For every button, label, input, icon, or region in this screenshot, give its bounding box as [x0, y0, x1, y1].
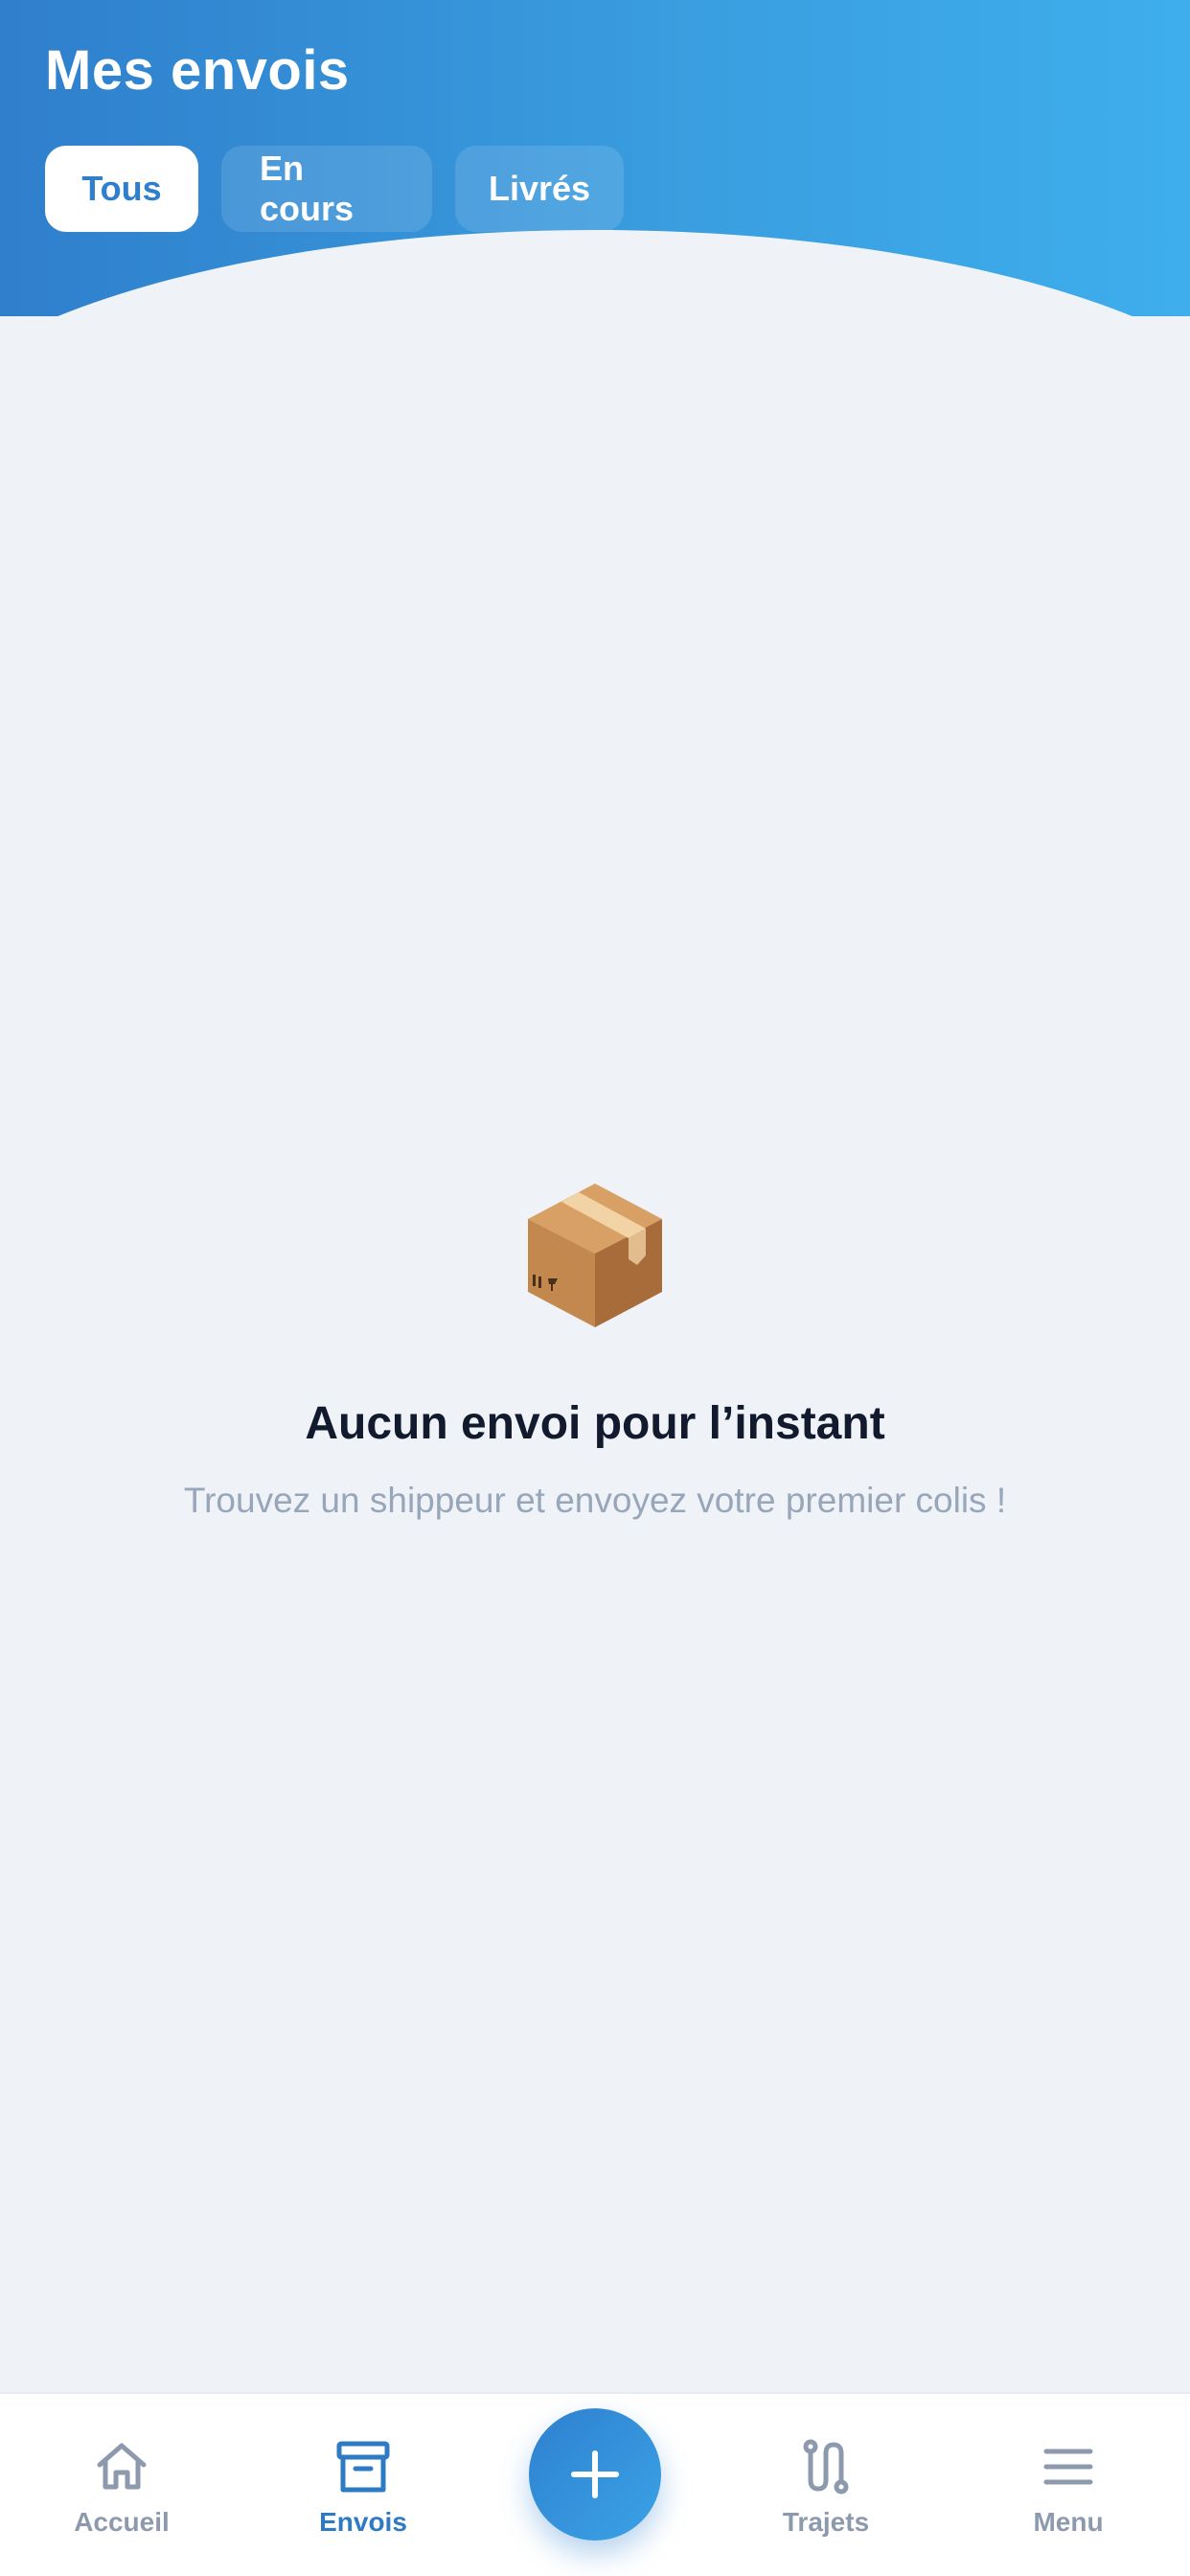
- route-icon: [803, 2439, 849, 2495]
- archive-box-icon: [336, 2441, 390, 2493]
- nav-item-accueil[interactable]: Accueil: [26, 2438, 217, 2538]
- home-icon: [97, 2443, 147, 2490]
- page-title: Mes envois: [45, 39, 350, 102]
- package-box-icon: [528, 1184, 662, 1327]
- tab-in-progress[interactable]: En cours: [221, 146, 432, 232]
- nav-label-menu: Menu: [1033, 2507, 1104, 2537]
- add-shipment-button[interactable]: [529, 2408, 661, 2541]
- plus-icon: [571, 2450, 619, 2498]
- nav-label-envois: Envois: [319, 2507, 407, 2537]
- empty-title: Aucun envoi pour l’instant: [305, 1398, 885, 1449]
- empty-state: Aucun envoi pour l’instant Trouvez un sh…: [0, 1179, 1190, 1521]
- nav-label-trajets: Trajets: [782, 2507, 870, 2537]
- nav-item-menu[interactable]: Menu: [973, 2438, 1164, 2538]
- filter-tabs: Tous En cours Livrés: [45, 146, 624, 232]
- nav-item-trajets[interactable]: Trajets: [730, 2438, 922, 2538]
- menu-icon: [1043, 2449, 1093, 2485]
- nav-item-envois[interactable]: Envois: [267, 2438, 459, 2538]
- tab-all[interactable]: Tous: [45, 146, 198, 232]
- app-screen: Mes envois Tous En cours Livrés Aucun en…: [0, 0, 1190, 2576]
- empty-subtitle: Trouvez un shippeur et envoyez votre pre…: [183, 1481, 1007, 1520]
- nav-label-accueil: Accueil: [74, 2507, 170, 2537]
- tab-delivered[interactable]: Livrés: [455, 146, 624, 232]
